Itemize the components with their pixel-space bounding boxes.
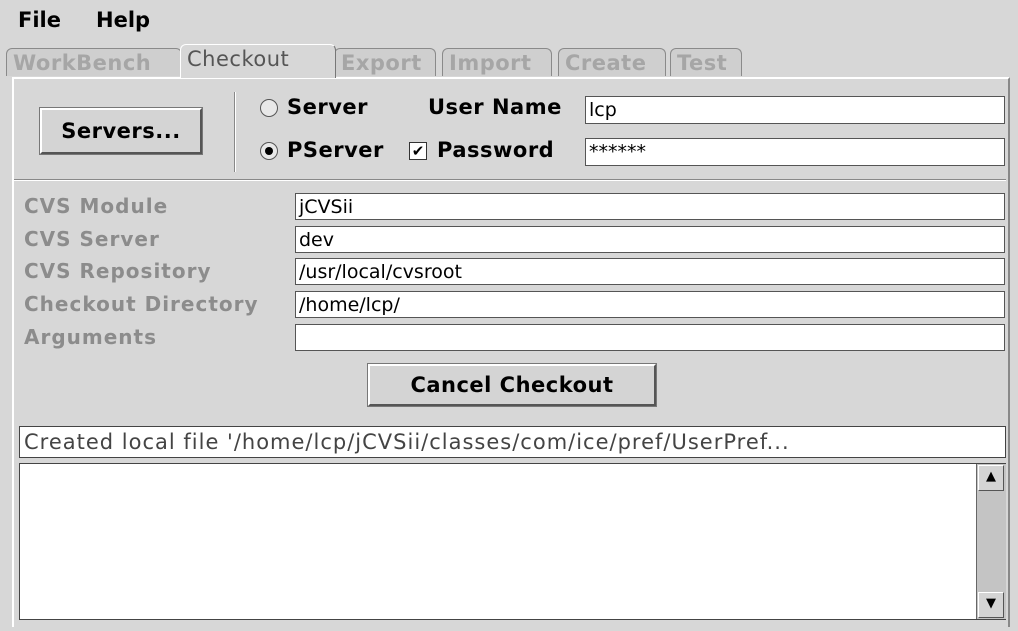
cvs-module-field[interactable]: jCVSii — [295, 193, 1005, 220]
status-line: Created local file '/home/lcp/jCVSii/cla… — [19, 426, 1006, 458]
tab-test[interactable]: Test — [670, 48, 742, 76]
tab-export[interactable]: Export — [334, 48, 436, 76]
checkout-directory-field[interactable]: /home/lcp/ — [295, 291, 1005, 318]
cvs-server-label: CVS Server — [24, 227, 160, 251]
tab-import[interactable]: Import — [442, 48, 552, 76]
user-name-field[interactable]: lcp — [585, 96, 1005, 124]
scroll-up-arrow-icon[interactable]: ▲ — [978, 465, 1004, 491]
cvs-module-label: CVS Module — [24, 194, 169, 218]
tab-create[interactable]: Create — [558, 48, 666, 76]
menu-file[interactable]: File — [18, 8, 61, 32]
cvs-repository-field[interactable]: /usr/local/cvsroot — [295, 258, 1005, 285]
log-scrollbar[interactable]: ▲ ▼ — [976, 464, 1006, 619]
menu-help[interactable]: Help — [96, 8, 150, 32]
pserver-radio-label: PServer — [287, 138, 384, 162]
arguments-field[interactable] — [295, 324, 1005, 351]
horizontal-divider — [14, 179, 1006, 181]
password-field[interactable]: ****** — [585, 138, 1005, 166]
user-name-label: User Name — [428, 95, 562, 119]
tab-checkout[interactable]: Checkout — [180, 44, 336, 78]
checkout-directory-label: Checkout Directory — [24, 292, 259, 316]
pserver-radio[interactable] — [260, 142, 278, 160]
cancel-checkout-button[interactable]: Cancel Checkout — [368, 364, 656, 406]
password-checkbox[interactable]: ✔ — [409, 142, 427, 160]
log-text-area[interactable]: ▲ ▼ — [19, 463, 1006, 620]
tab-workbench[interactable]: WorkBench — [6, 48, 182, 76]
password-label: Password — [437, 138, 555, 162]
menu-bar: File Help — [0, 0, 1018, 40]
vertical-divider — [234, 92, 236, 172]
server-radio-label: Server — [287, 95, 369, 119]
scroll-down-arrow-icon[interactable]: ▼ — [978, 592, 1004, 618]
arguments-label: Arguments — [24, 325, 158, 349]
servers-button[interactable]: Servers... — [40, 108, 202, 154]
cvs-server-field[interactable]: dev — [295, 226, 1005, 253]
server-radio[interactable] — [260, 99, 278, 117]
cvs-repository-label: CVS Repository — [24, 259, 212, 283]
